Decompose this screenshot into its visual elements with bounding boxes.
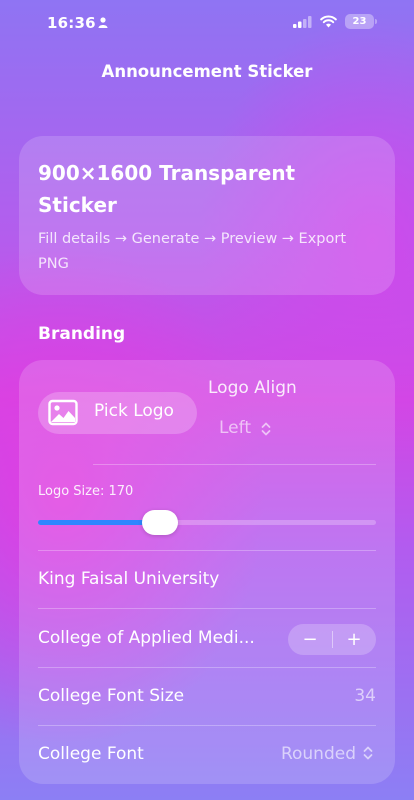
status-time: 16:36 xyxy=(47,14,96,32)
battery-tip xyxy=(375,19,377,24)
hero-subtitle: Fill details → Generate → Preview → Expo… xyxy=(38,231,347,272)
college-font-size-value[interactable]: 34 xyxy=(300,686,376,706)
cellular-signal-icon xyxy=(293,16,312,28)
divider xyxy=(38,725,376,726)
divider xyxy=(38,608,376,609)
stepper-minus-button[interactable]: − xyxy=(288,624,332,655)
logo-size-label: Logo Size: 170 xyxy=(38,484,134,499)
logo-align-picker[interactable]: Left xyxy=(219,418,251,438)
section-title-branding: Branding xyxy=(38,324,126,344)
college-name-field[interactable]: College of Applied Medi... xyxy=(38,628,255,648)
stepper-plus-button[interactable]: + xyxy=(332,624,376,655)
divider xyxy=(38,550,376,551)
university-name-field[interactable]: King Faisal University xyxy=(38,569,219,589)
person-icon xyxy=(98,17,108,28)
college-font-size-label: College Font Size xyxy=(38,686,185,706)
wifi-icon xyxy=(320,15,337,28)
pick-logo-label: Pick Logo xyxy=(94,401,174,421)
hero-title: 900×1600 Transparent Sticker xyxy=(38,161,296,217)
divider xyxy=(38,667,376,668)
divider xyxy=(93,464,376,465)
logo-size-slider-thumb[interactable] xyxy=(141,510,178,535)
logo-align-label: Logo Align xyxy=(208,378,297,398)
photo-icon xyxy=(48,399,78,426)
chevron-up-down-icon[interactable] xyxy=(260,421,272,437)
college-font-label: College Font xyxy=(38,744,144,764)
page-title: Announcement Sticker xyxy=(101,62,313,81)
battery-indicator: 23 xyxy=(345,14,374,29)
college-font-picker[interactable]: Rounded xyxy=(250,744,356,764)
chevron-up-down-icon[interactable] xyxy=(362,745,374,761)
